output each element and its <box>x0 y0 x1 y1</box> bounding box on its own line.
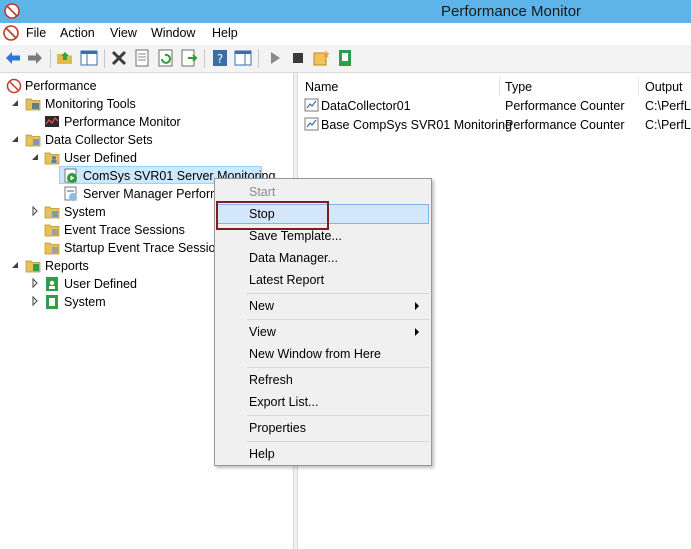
column-header-name[interactable]: Name <box>298 77 500 97</box>
report-system-icon <box>46 295 58 309</box>
collapsed-arrow-icon[interactable] <box>30 206 40 216</box>
data-collector-running-icon <box>64 168 77 183</box>
counter-icon <box>304 98 319 112</box>
tree-item-data-collector-sets[interactable]: Data Collector Sets <box>0 131 290 149</box>
report-icon[interactable] <box>336 49 354 67</box>
toolbar: ? <box>0 45 691 73</box>
tree-item-performance[interactable]: Performance <box>0 77 290 95</box>
back-icon[interactable] <box>4 49 22 67</box>
tree-item-performance-monitor[interactable]: Performance Monitor <box>0 113 290 131</box>
menu-separator <box>247 415 429 416</box>
counter-icon <box>304 117 319 131</box>
export-icon[interactable] <box>180 49 198 67</box>
new-icon[interactable] <box>312 49 330 67</box>
refresh-icon[interactable] <box>157 49 175 67</box>
tree-item-user-defined[interactable]: User Defined <box>0 149 290 167</box>
collapsed-arrow-icon[interactable] <box>30 278 40 288</box>
menu-window[interactable]: Window <box>151 26 195 40</box>
data-collector-icon <box>64 186 77 201</box>
menu-item-refresh[interactable]: Refresh <box>215 370 431 390</box>
menu-item-latest-report[interactable]: Latest Report <box>215 270 431 290</box>
performance-monitor-icon <box>4 3 20 19</box>
menu-item-new-window[interactable]: New Window from Here <box>215 344 431 364</box>
menu-separator <box>247 441 429 442</box>
menu-item-export-list[interactable]: Export List... <box>215 392 431 412</box>
window-title: Performance Monitor <box>441 3 582 20</box>
menu-separator <box>247 293 429 294</box>
submenu-arrow-icon <box>415 328 419 336</box>
user-folder-icon <box>44 152 60 165</box>
folder-icon <box>25 98 41 111</box>
menu-item-start: Start <box>249 185 276 199</box>
expanded-arrow-icon[interactable] <box>10 134 20 144</box>
list-item[interactable]: DataCollector01 Performance Counter C:\P… <box>298 97 691 115</box>
menu-view[interactable]: View <box>110 26 137 40</box>
menu-bar: File Action View Window Help <box>0 23 691 44</box>
menu-action[interactable]: Action <box>60 26 95 40</box>
menu-item-new[interactable]: New <box>215 296 431 316</box>
chart-monitor-icon <box>45 116 59 127</box>
menu-item-view[interactable]: View <box>215 322 431 342</box>
up-folder-icon[interactable] <box>56 49 74 67</box>
column-header-output[interactable]: Output <box>639 77 691 97</box>
folder-icon <box>25 134 41 147</box>
menu-item-properties[interactable]: Properties <box>215 418 431 438</box>
menu-separator <box>247 319 429 320</box>
performance-icon <box>6 78 22 94</box>
folder-icon <box>44 224 60 237</box>
show-hide-tree-icon[interactable] <box>80 49 98 67</box>
expanded-arrow-icon[interactable] <box>10 260 20 270</box>
help-icon[interactable]: ? <box>211 49 229 67</box>
expanded-arrow-icon[interactable] <box>30 152 40 162</box>
menu-help[interactable]: Help <box>212 26 238 40</box>
expanded-arrow-icon[interactable] <box>10 98 20 108</box>
folder-icon <box>44 242 60 255</box>
reports-folder-icon <box>25 260 41 273</box>
stop-highlight-box <box>216 201 329 230</box>
menu-file[interactable]: File <box>26 26 46 40</box>
delete-icon[interactable] <box>110 49 128 67</box>
menu-item-help[interactable]: Help <box>215 444 431 464</box>
report-user-icon <box>46 277 58 291</box>
system-menu-icon[interactable] <box>3 25 19 41</box>
folder-icon <box>44 206 60 219</box>
column-header-type[interactable]: Type <box>500 77 639 97</box>
start-icon[interactable] <box>266 49 284 67</box>
show-action-pane-icon[interactable] <box>234 49 252 67</box>
properties-icon[interactable] <box>133 49 151 67</box>
tree-item-monitoring-tools[interactable]: Monitoring Tools <box>0 95 290 113</box>
collapsed-arrow-icon[interactable] <box>30 296 40 306</box>
submenu-arrow-icon <box>415 302 419 310</box>
stop-icon[interactable] <box>289 49 307 67</box>
title-bar: Performance Monitor <box>0 0 691 23</box>
list-item[interactable]: Base CompSys SVR01 Monitoring Performanc… <box>298 116 691 134</box>
svg-text:?: ? <box>217 52 223 66</box>
menu-separator <box>247 367 429 368</box>
forward-icon[interactable] <box>26 49 44 67</box>
menu-item-data-manager[interactable]: Data Manager... <box>215 248 431 268</box>
